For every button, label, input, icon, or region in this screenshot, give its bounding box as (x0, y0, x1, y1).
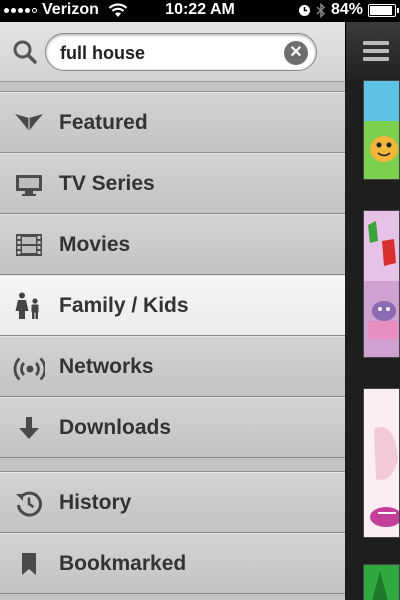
search-input[interactable] (60, 40, 280, 66)
search-field[interactable]: ✕ (45, 33, 317, 71)
menu-item-label: Featured (59, 111, 148, 134)
menu-item-label: Networks (59, 355, 154, 378)
featured-icon (15, 114, 43, 131)
status-right: 84% (298, 1, 399, 19)
menu-item-featured[interactable]: Featured (0, 92, 345, 153)
menu-item-downloads[interactable]: Downloads (0, 397, 345, 458)
menu-item-movies[interactable]: Movies (0, 214, 345, 275)
side-menu: ✕ Featured TV Series (0, 22, 345, 600)
history-icon (16, 491, 42, 517)
show-thumbnail-3[interactable] (363, 388, 400, 538)
thumbnail-art (364, 389, 399, 537)
broadcast-icon (13, 357, 45, 381)
family-icon (15, 292, 39, 319)
thumbnail-art (364, 565, 399, 600)
menu-item-label: Family / Kids (59, 294, 189, 317)
menu-item-networks[interactable]: Networks (0, 336, 345, 397)
bookmark-icon (22, 553, 36, 575)
thumbnail-art (364, 81, 399, 179)
alarm-clock-icon (298, 4, 310, 16)
content-panel (345, 22, 400, 600)
tv-icon (16, 175, 42, 196)
film-icon (16, 234, 42, 256)
show-thumbnail-4[interactable] (363, 564, 400, 600)
menu-item-label: Bookmarked (59, 552, 187, 575)
menu-item-history[interactable]: History (0, 472, 345, 533)
content-topbar (345, 22, 400, 80)
close-icon: ✕ (289, 44, 303, 61)
clear-search-button[interactable]: ✕ (284, 41, 308, 65)
menu-item-label: Downloads (59, 416, 172, 439)
menu-divider (0, 82, 345, 92)
menu-item-family-kids[interactable]: Family / Kids (0, 275, 345, 336)
battery-icon (368, 3, 399, 17)
menu-item-label: TV Series (59, 172, 155, 195)
menu-item-label: History (59, 491, 132, 514)
search-icon (13, 40, 37, 64)
bluetooth-icon (316, 2, 326, 18)
download-icon (19, 417, 39, 439)
hamburger-icon[interactable] (363, 41, 389, 61)
menu-item-bookmarked[interactable]: Bookmarked (0, 533, 345, 594)
show-thumbnail-2[interactable] (363, 210, 400, 358)
search-bar: ✕ (0, 22, 345, 82)
battery-percent: 84% (330, 1, 363, 18)
menu-divider (0, 458, 345, 472)
show-thumbnail-1[interactable] (363, 80, 400, 180)
menu-item-tv-series[interactable]: TV Series (0, 153, 345, 214)
battery-fill (370, 5, 392, 15)
menu-item-label: Movies (59, 233, 131, 256)
thumbnail-art (364, 211, 399, 357)
status-bar: Verizon 10:22 AM 84% (0, 0, 400, 22)
